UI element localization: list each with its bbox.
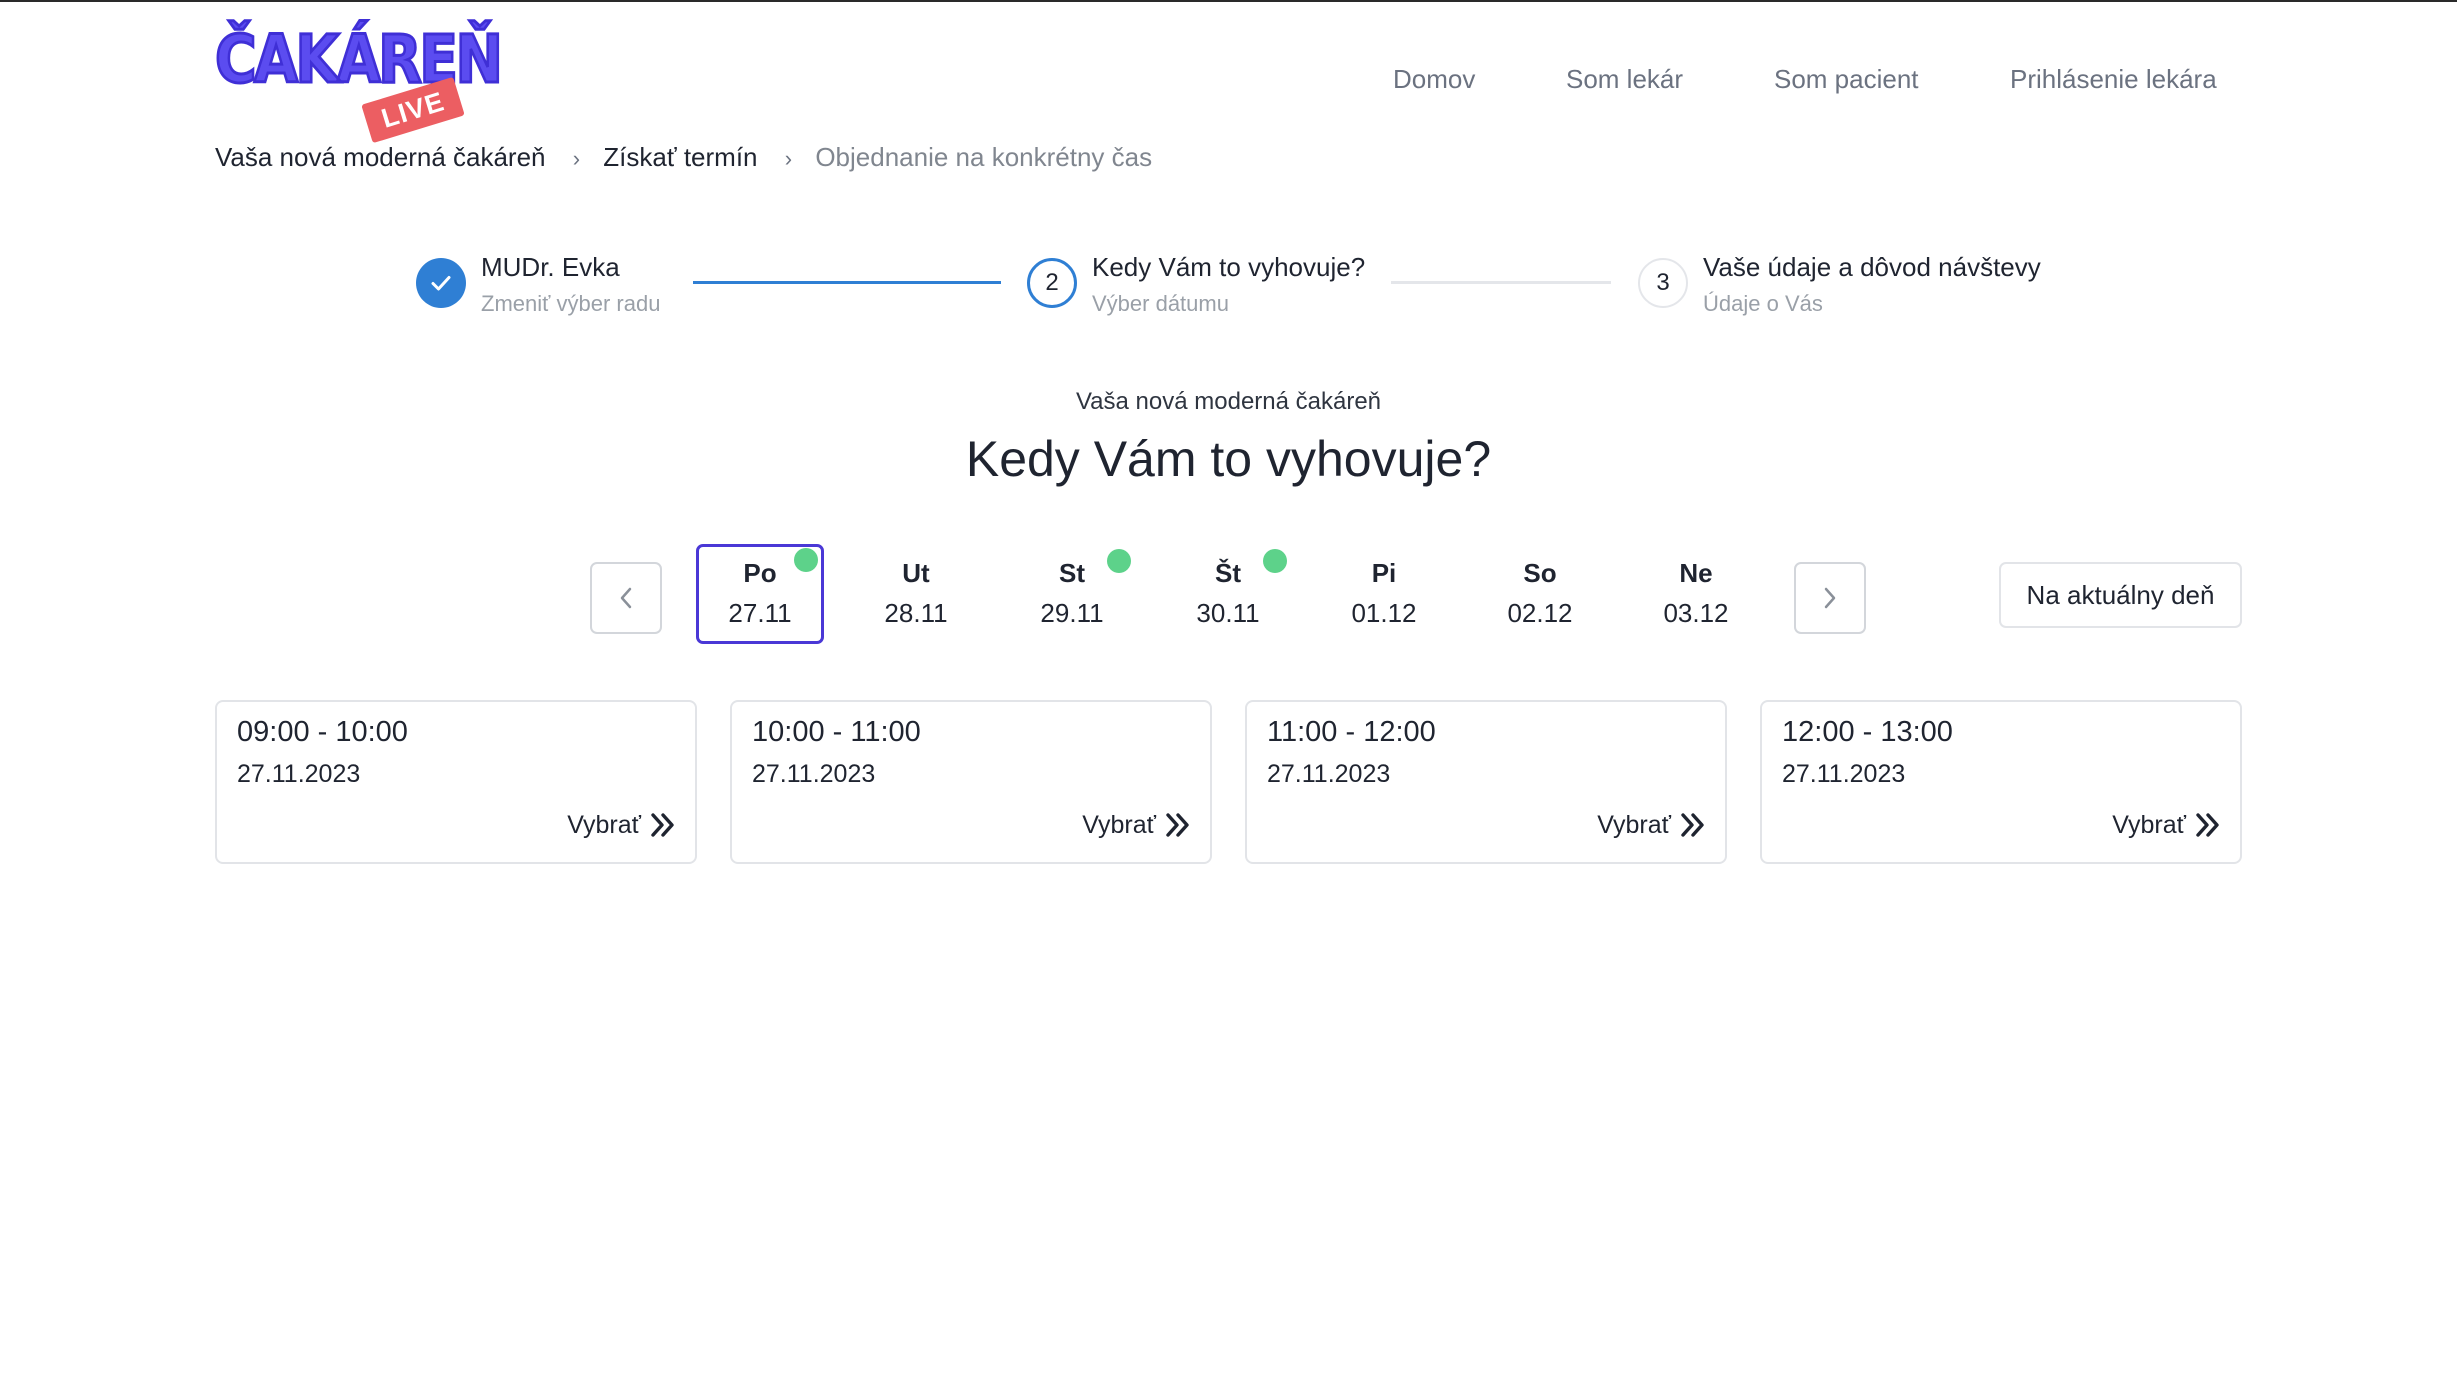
day-date: 27.11 xyxy=(728,598,792,628)
slot-time: 10:00 - 11:00 xyxy=(752,716,921,748)
page-title: Kedy Vám to vyhovuje? xyxy=(965,431,1492,487)
slot-date: 27.11.2023 xyxy=(237,760,361,788)
chevron-right-icon xyxy=(1824,587,1836,609)
stepper: MUDr. Evka Zmeniť výber radu 2 Kedy Vám … xyxy=(0,2,2457,342)
day-fri[interactable]: Pi 01.12 xyxy=(1320,544,1448,644)
step-connector-pending xyxy=(1391,281,1611,284)
day-name: So xyxy=(1523,558,1557,588)
day-date: 30.11 xyxy=(1196,598,1260,628)
step-3-circle: 3 xyxy=(1638,258,1688,308)
next-week-button[interactable] xyxy=(1794,562,1866,634)
slot-time: 11:00 - 12:00 xyxy=(1267,716,1436,748)
step-1-done-circle[interactable] xyxy=(416,258,466,308)
select-label: Vybrať xyxy=(2112,810,2186,839)
day-sun[interactable]: Ne 03.12 xyxy=(1632,544,1760,644)
select-label: Vybrať xyxy=(1597,810,1671,839)
day-sat[interactable]: So 02.12 xyxy=(1476,544,1604,644)
day-date: 28.11 xyxy=(884,598,948,628)
slot-time: 09:00 - 10:00 xyxy=(237,716,408,748)
day-date: 01.12 xyxy=(1351,598,1417,628)
step-3-subtitle: Údaje o Vás xyxy=(1703,291,1823,316)
select-label: Vybrať xyxy=(1082,810,1156,839)
chevron-left-icon xyxy=(620,587,632,609)
double-chevron-right-icon xyxy=(2196,813,2219,837)
day-name: Ne xyxy=(1679,558,1713,588)
time-slot-card[interactable]: 12:00 - 13:00 27.11.2023 Vybrať xyxy=(1760,700,2242,864)
time-slot-card[interactable]: 10:00 - 11:00 27.11.2023 Vybrať xyxy=(730,700,1212,864)
step-2-active-circle: 2 xyxy=(1027,258,1077,308)
day-mon[interactable]: Po 27.11 xyxy=(696,544,824,644)
day-thu[interactable]: Št 30.11 xyxy=(1164,544,1292,644)
time-slot-card[interactable]: 11:00 - 12:00 27.11.2023 Vybrať xyxy=(1245,700,1727,864)
step-1-subtitle[interactable]: Zmeniť výber radu xyxy=(481,291,660,317)
day-date: 03.12 xyxy=(1663,598,1729,628)
day-name: Pi xyxy=(1371,558,1397,588)
double-chevron-right-icon xyxy=(1681,813,1704,837)
double-chevron-right-icon xyxy=(1166,813,1189,837)
slot-date: 27.11.2023 xyxy=(1267,760,1391,788)
availability-dot xyxy=(1263,549,1287,573)
day-date: 29.11 xyxy=(1040,598,1104,628)
page-subtitle: Vaša nová moderná čakáreň xyxy=(1075,388,1382,415)
day-name: Ut xyxy=(902,558,930,588)
select-slot-button[interactable]: Vybrať xyxy=(1082,808,1192,842)
step-2-subtitle: Výber dátumu xyxy=(1092,291,1229,316)
check-icon xyxy=(431,276,451,291)
select-slot-button[interactable]: Vybrať xyxy=(2112,808,2222,842)
step-2-title: Kedy Vám to vyhovuje? xyxy=(1092,252,1366,282)
prev-week-button[interactable] xyxy=(590,562,662,634)
double-chevron-right-icon xyxy=(651,813,674,837)
step-3-title: Vaše údaje a dôvod návštevy xyxy=(1703,252,2041,282)
day-date: 02.12 xyxy=(1507,598,1573,628)
select-slot-button[interactable]: Vybrať xyxy=(567,808,677,842)
select-label: Vybrať xyxy=(567,810,641,839)
slot-date: 27.11.2023 xyxy=(752,760,876,788)
slot-time: 12:00 - 13:00 xyxy=(1782,716,1953,748)
today-button[interactable]: Na aktuálny deň xyxy=(1999,562,2242,628)
step-1-title: MUDr. Evka xyxy=(481,252,620,282)
step-connector-completed xyxy=(693,281,1001,284)
day-wed[interactable]: St 29.11 xyxy=(1008,544,1136,644)
availability-dot xyxy=(1107,549,1131,573)
slot-date: 27.11.2023 xyxy=(1782,760,1906,788)
availability-dot xyxy=(794,548,818,572)
day-tue[interactable]: Ut 28.11 xyxy=(852,544,980,644)
time-slot-card[interactable]: 09:00 - 10:00 27.11.2023 Vybrať xyxy=(215,700,697,864)
select-slot-button[interactable]: Vybrať xyxy=(1597,808,1707,842)
